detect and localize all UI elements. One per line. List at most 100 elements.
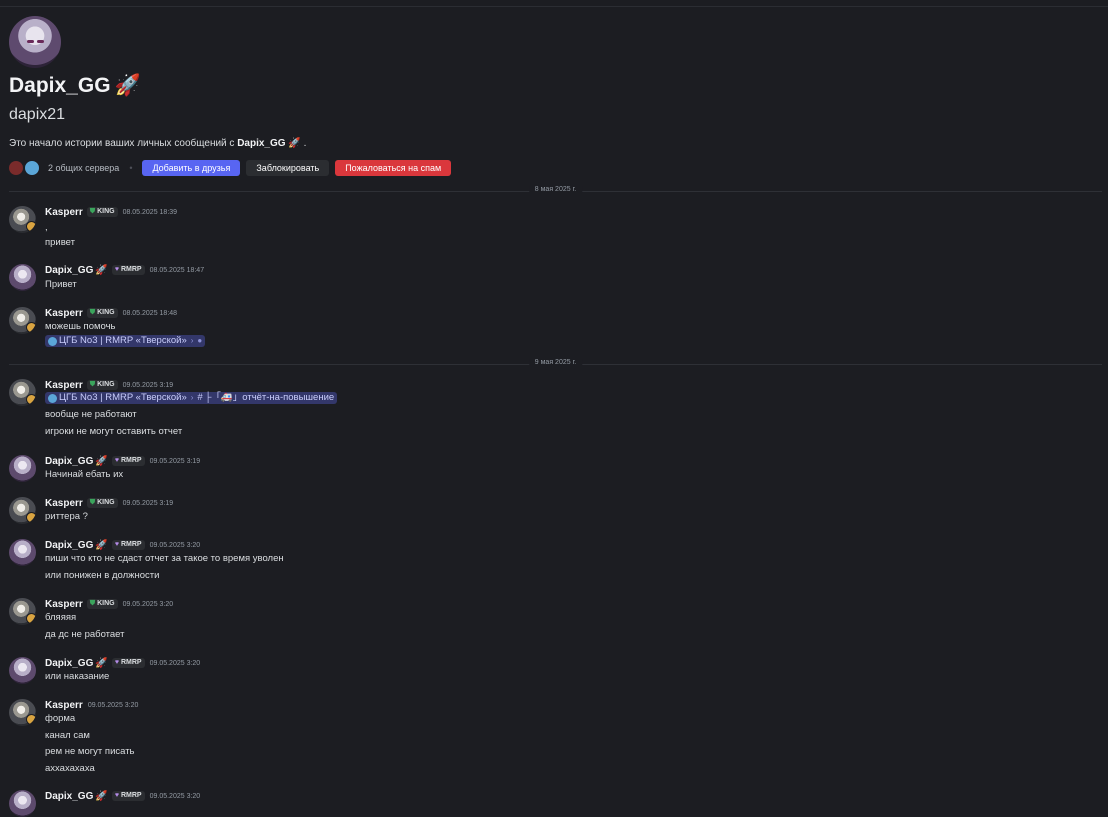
rocket-emoji: 🚀 (95, 264, 108, 276)
message-header: Kasperr ⛊ KING 08.05.2025 18:39 (45, 206, 177, 218)
dm-intro-text: Это начало истории ваших личных сообщени… (9, 138, 306, 149)
guild-tag[interactable]: ⛊ KING (86, 599, 118, 609)
report-spam-button[interactable]: Пожаловаться на спам (335, 160, 452, 176)
tag-label: KING (97, 499, 115, 506)
message-header: Kasperr ⛊ KING 09.05.2025 3:20 (45, 598, 173, 610)
date-divider: 9 мая 2025 г. (9, 359, 1102, 369)
heart-icon: ♥ (114, 541, 119, 548)
tag-label: KING (97, 600, 115, 607)
message-header: Dapix_GG 🚀 ♥ RMRP 08.05.2025 18:47 (45, 264, 204, 276)
user-avatar[interactable] (9, 455, 36, 482)
chevron-right-icon: › (190, 393, 194, 402)
tag-label: RMRP (120, 541, 142, 548)
shield-icon: ⛊ (89, 208, 96, 215)
user-avatar[interactable] (9, 206, 36, 233)
message-author[interactable]: Dapix_GG (45, 658, 93, 669)
message-author[interactable]: Dapix_GG (45, 456, 93, 467)
message-timestamp: 09.05.2025 3:20 (87, 701, 139, 709)
message-text: рем не могут писать (45, 746, 135, 757)
message-timestamp: 09.05.2025 3:19 (149, 457, 201, 465)
message-text: , (45, 222, 48, 233)
user-avatar[interactable] (9, 657, 36, 684)
message-timestamp: 09.05.2025 3:20 (122, 600, 174, 608)
hash-icon: # (197, 392, 203, 403)
message-author[interactable]: Kasperr (45, 207, 83, 218)
server-icon[interactable] (9, 161, 23, 175)
message-author[interactable]: Kasperr (45, 700, 83, 711)
guild-tag[interactable]: ⛊ KING (86, 308, 118, 318)
guild-tag[interactable]: ♥ RMRP (111, 456, 145, 466)
intro-prefix: Это начало истории ваших личных сообщени… (9, 138, 238, 149)
shield-icon: ⛊ (89, 600, 96, 607)
message-timestamp: 08.05.2025 18:39 (122, 208, 178, 216)
message-author[interactable]: Kasperr (45, 380, 83, 391)
server-icon[interactable] (24, 160, 40, 176)
message-timestamp: 09.05.2025 3:20 (149, 792, 201, 800)
date-label: 8 мая 2025 г. (528, 186, 583, 193)
separator-dot: • (129, 163, 133, 173)
date-divider: 8 мая 2025 г. (9, 186, 1102, 196)
server-mention-label: ЦГБ No3 | RMRP «Тверской» (59, 392, 187, 403)
avatar-decoration-icon (26, 221, 36, 232)
user-avatar[interactable] (9, 264, 36, 291)
chevron-right-icon: › (190, 336, 194, 345)
tag-label: RMRP (120, 266, 142, 273)
user-avatar[interactable] (9, 307, 36, 334)
avatar-decoration-icon (26, 714, 36, 725)
message-timestamp: 09.05.2025 3:19 (122, 381, 174, 389)
add-friend-button[interactable]: Добавить в друзья (142, 160, 241, 176)
guild-tag[interactable]: ⛊ KING (86, 498, 118, 508)
message-timestamp: 08.05.2025 18:48 (122, 309, 178, 317)
message-text: канал сам (45, 730, 90, 741)
user-avatar[interactable] (9, 539, 36, 566)
user-avatar[interactable] (9, 790, 36, 817)
shield-icon: ⛊ (89, 381, 96, 388)
message-author[interactable]: Dapix_GG (45, 540, 93, 551)
profile-avatar[interactable] (9, 16, 61, 68)
message-text: бляяяя (45, 612, 77, 623)
user-avatar[interactable] (9, 598, 36, 625)
message-header: Kasperr 09.05.2025 3:20 (45, 699, 138, 711)
message-text: можешь помочь (45, 321, 116, 332)
profile-name-text: Dapix_GG (9, 74, 111, 97)
message-author[interactable]: Kasperr (45, 599, 83, 610)
message-header: Kasperr ⛊ KING 08.05.2025 18:48 (45, 307, 177, 319)
guild-tag[interactable]: ♥ RMRP (111, 265, 145, 275)
user-avatar[interactable] (9, 497, 36, 524)
message-header: Dapix_GG 🚀 ♥ RMRP 09.05.2025 3:20 (45, 539, 200, 551)
guild-tag[interactable]: ⛊ KING (86, 207, 118, 217)
server-mention[interactable]: ЦГБ No3 | RMRP «Тверской» › ● (45, 335, 206, 347)
profile-username: dapix21 (9, 106, 66, 123)
avatar-decoration-icon (26, 322, 36, 333)
heart-icon: ♥ (114, 659, 119, 666)
message-text: аххахахаха (45, 763, 95, 774)
message-header: Dapix_GG 🚀 ♥ RMRP 09.05.2025 3:19 (45, 455, 200, 467)
guild-tag[interactable]: ♥ RMRP (111, 658, 145, 668)
tag-label: KING (97, 208, 115, 215)
message-timestamp: 09.05.2025 3:20 (149, 541, 201, 549)
guild-tag[interactable]: ♥ RMRP (111, 540, 145, 550)
top-border (0, 6, 1108, 7)
block-button[interactable]: Заблокировать (246, 160, 330, 176)
intro-suffix: . (300, 138, 307, 149)
user-avatar[interactable] (9, 379, 36, 406)
channel-link[interactable]: ЦГБ No3 | RMRP «Тверской» › # ├「🚑」отчёт-… (45, 392, 338, 406)
guild-tag[interactable]: ⛊ KING (86, 380, 118, 390)
message-text: риттера ? (45, 511, 88, 522)
message-text: вообще не работают (45, 409, 137, 420)
message-author[interactable]: Kasperr (45, 498, 83, 509)
channel-link[interactable]: ЦГБ No3 | RMRP «Тверской» › ● (45, 335, 206, 349)
shield-icon: ⛊ (89, 309, 96, 316)
mutual-servers-link[interactable]: 2 общих сервера (48, 163, 119, 173)
rocket-emoji: 🚀 (288, 138, 301, 149)
tag-label: RMRP (120, 457, 142, 464)
avatar-detail (37, 40, 44, 43)
channel-mention[interactable]: ЦГБ No3 | RMRP «Тверской» › # ├「🚑」отчёт-… (45, 392, 338, 404)
channel-mention-label: ├「🚑」отчёт-на-повышение (204, 392, 335, 403)
message-timestamp: 09.05.2025 3:20 (149, 659, 201, 667)
message-author[interactable]: Dapix_GG (45, 265, 93, 276)
user-avatar[interactable] (9, 699, 36, 726)
heart-icon: ♥ (114, 266, 119, 273)
message-author[interactable]: Kasperr (45, 308, 83, 319)
profile-display-name: Dapix_GG 🚀 (9, 74, 141, 98)
